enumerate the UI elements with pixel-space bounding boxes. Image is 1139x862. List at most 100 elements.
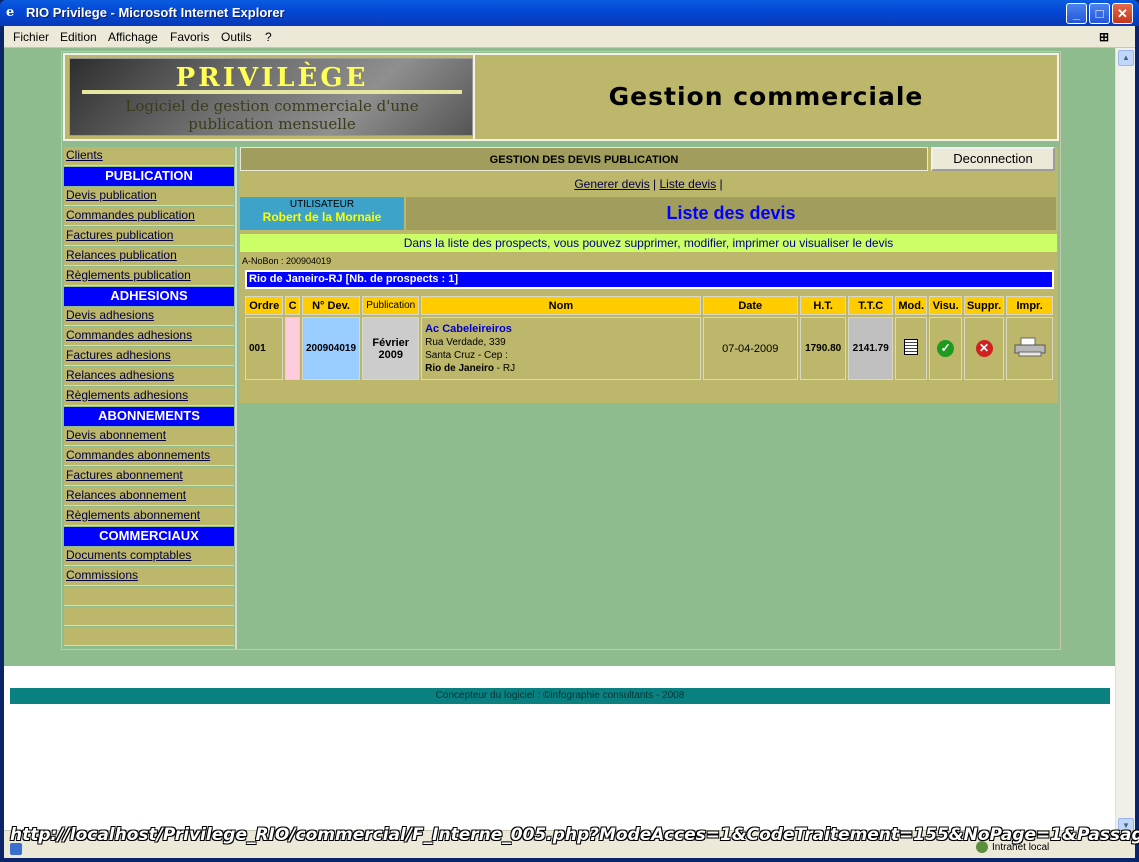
- sidebar-section-publication: PUBLICATION: [64, 167, 234, 186]
- sidebar-item-devis-publication[interactable]: Devis publication: [64, 187, 234, 206]
- col-mod: Mod.: [895, 296, 928, 315]
- status-bar: http://localhost/Privilege_RIO/commercia…: [4, 825, 1139, 858]
- delete-icon[interactable]: ✕: [975, 340, 993, 357]
- sidebar-empty-row: [64, 587, 234, 606]
- publication-year: 2009: [378, 348, 403, 361]
- logo-brand: PRIVILÈGE: [175, 63, 369, 93]
- printer-icon[interactable]: [1013, 337, 1047, 357]
- cell-ttc: 2141.79: [848, 317, 893, 380]
- maximize-button[interactable]: □: [1089, 3, 1110, 24]
- devis-table: Ordre C N° Dev. Publication Nom Date H.T…: [243, 294, 1055, 382]
- col-ht: H.T.: [799, 296, 847, 315]
- sidebar-section-abonnements: ABONNEMENTS: [64, 407, 234, 426]
- sidebar-item-clients[interactable]: Clients: [64, 147, 234, 166]
- sidebar-item-r-glements-adhesions[interactable]: Règlements adhesions: [64, 387, 234, 406]
- cell-visu: ✓: [929, 317, 962, 380]
- user-box: UTILISATEUR Robert de la Mornaie: [240, 197, 404, 230]
- cell-suppr: ✕: [963, 317, 1005, 380]
- city-header: Rio de Janeiro-RJ [Nb. de prospects : 1]: [245, 270, 1054, 289]
- publication-month: Février: [372, 336, 410, 349]
- col-publication: Publication: [362, 296, 420, 315]
- menu-outils[interactable]: Outils: [221, 30, 252, 44]
- sidebar-empty-row: [64, 607, 234, 626]
- cell-ndev: 200904019: [301, 317, 361, 380]
- sidebar-item-devis-abonnement[interactable]: Devis abonnement: [64, 427, 234, 446]
- page-viewport: PRIVILÈGE Logiciel de gestion commercial…: [4, 48, 1115, 830]
- sidebar-item-devis-adhesions[interactable]: Devis adhesions: [64, 307, 234, 326]
- main-frame: PRIVILÈGE Logiciel de gestion commercial…: [61, 51, 1061, 650]
- col-date: Date: [702, 296, 798, 315]
- nobon-text: A-NoBon : 200904019: [242, 256, 332, 266]
- logo-subtitle-line1: Logiciel de gestion commerciale d'une: [125, 97, 419, 115]
- title-bar: e RIO Privilege - Microsoft Internet Exp…: [0, 0, 1139, 26]
- col-visu: Visu.: [929, 296, 962, 315]
- client-addr3: Rio de Janeiro - RJ: [425, 362, 700, 375]
- content-panel: GESTION DES DEVIS PUBLICATION Deconnecti…: [239, 147, 1058, 403]
- client-state: - RJ: [494, 362, 516, 374]
- client-name[interactable]: Ac Cabeleireiros: [425, 323, 700, 336]
- col-ttc: T.T.C: [848, 296, 893, 315]
- browser-window: e RIO Privilege - Microsoft Internet Exp…: [0, 0, 1139, 862]
- link-separator: |: [649, 177, 660, 191]
- sidebar-item-r-glements-publication[interactable]: Règlements publication: [64, 267, 234, 286]
- cell-nom: Ac Cabeleireiros Rua Verdade, 339 Santa …: [421, 317, 701, 380]
- menu-edition[interactable]: Edition: [60, 30, 97, 44]
- list-title: Liste des devis: [406, 197, 1056, 230]
- user-label: UTILISATEUR: [289, 199, 355, 210]
- deconnection-button[interactable]: Deconnection: [931, 147, 1055, 171]
- sidebar-item-relances-publication[interactable]: Relances publication: [64, 247, 234, 266]
- menu-fichier[interactable]: Fichier: [13, 30, 49, 44]
- sidebar-item-factures-publication[interactable]: Factures publication: [64, 227, 234, 246]
- section-title: GESTION DES DEVIS PUBLICATION: [240, 147, 928, 171]
- page-title: Gestion commerciale: [473, 55, 1057, 139]
- footer: Concepteur du logiciel : ©infographie co…: [8, 686, 1112, 706]
- checkmark-icon[interactable]: ✓: [937, 340, 955, 357]
- cell-c: [285, 317, 300, 380]
- client-addr2: Santa Cruz - Cep :: [425, 349, 508, 361]
- table-row: 001 200904019 Février 2009 Ac Cabeleirei…: [245, 317, 1053, 380]
- liste-devis-link[interactable]: Liste devis: [660, 177, 717, 191]
- vertical-scrollbar[interactable]: ▲ ▼: [1115, 48, 1135, 837]
- cell-impr: [1006, 317, 1053, 380]
- col-ndev: N° Dev.: [301, 296, 361, 315]
- col-impr: Impr.: [1006, 296, 1053, 315]
- generer-devis-link[interactable]: Generer devis: [574, 177, 649, 191]
- col-nom: Nom: [421, 296, 701, 315]
- sidebar-empty-row: [64, 627, 234, 646]
- sidebar-item-factures-adhesions[interactable]: Factures adhesions: [64, 347, 234, 366]
- edit-icon[interactable]: [904, 339, 919, 355]
- col-c: C: [285, 296, 300, 315]
- sidebar-section-commerciaux: COMMERCIAUX: [64, 527, 234, 546]
- close-button[interactable]: ✕: [1112, 3, 1133, 24]
- link-separator-end: |: [716, 177, 723, 191]
- sidebar-item-factures-abonnement[interactable]: Factures abonnement: [64, 467, 234, 486]
- cell-mod: [895, 317, 928, 380]
- client-addr1: Rua Verdade, 339: [425, 336, 506, 348]
- sidebar-item-documents-comptables[interactable]: Documents comptables: [64, 547, 234, 566]
- user-name: Robert de la Mornaie: [262, 210, 382, 224]
- sidebar-item-commandes-abonnements[interactable]: Commandes abonnements: [64, 447, 234, 466]
- menu-help[interactable]: ?: [265, 30, 272, 44]
- scroll-up-arrow-icon[interactable]: ▲: [1118, 50, 1134, 66]
- info-banner: Dans la liste des prospects, vous pouvez…: [240, 234, 1057, 252]
- table-header-row: Ordre C N° Dev. Publication Nom Date H.T…: [245, 296, 1053, 315]
- menu-favoris[interactable]: Favoris: [170, 30, 209, 44]
- windows-logo-icon: ⊞: [1099, 30, 1110, 44]
- menu-bar: Fichier Edition Affichage Favoris Outils…: [4, 26, 1135, 48]
- sidebar-item-commandes-adhesions[interactable]: Commandes adhesions: [64, 327, 234, 346]
- privilege-logo: PRIVILÈGE Logiciel de gestion commercial…: [69, 58, 473, 136]
- sidebar-item-relances-abonnement[interactable]: Relances abonnement: [64, 487, 234, 506]
- client-city: Rio de Janeiro: [425, 362, 495, 374]
- logo-divider: [82, 90, 462, 94]
- sidebar-item-commissions[interactable]: Commissions: [64, 567, 234, 586]
- cell-publication: Février 2009: [362, 317, 420, 380]
- sidebar-section-adhesions: ADHESIONS: [64, 287, 234, 306]
- menu-affichage[interactable]: Affichage: [108, 30, 158, 44]
- cell-ordre: 001: [245, 317, 284, 380]
- cell-ht: 1790.80: [799, 317, 847, 380]
- sidebar-item-relances-adhesions[interactable]: Relances adhesions: [64, 367, 234, 386]
- minimize-button[interactable]: _: [1066, 3, 1087, 24]
- sidebar-item-r-glements-abonnement[interactable]: Règlements abonnement: [64, 507, 234, 526]
- sidebar-item-commandes-publication[interactable]: Commandes publication: [64, 207, 234, 226]
- cell-date: 07-04-2009: [702, 317, 798, 380]
